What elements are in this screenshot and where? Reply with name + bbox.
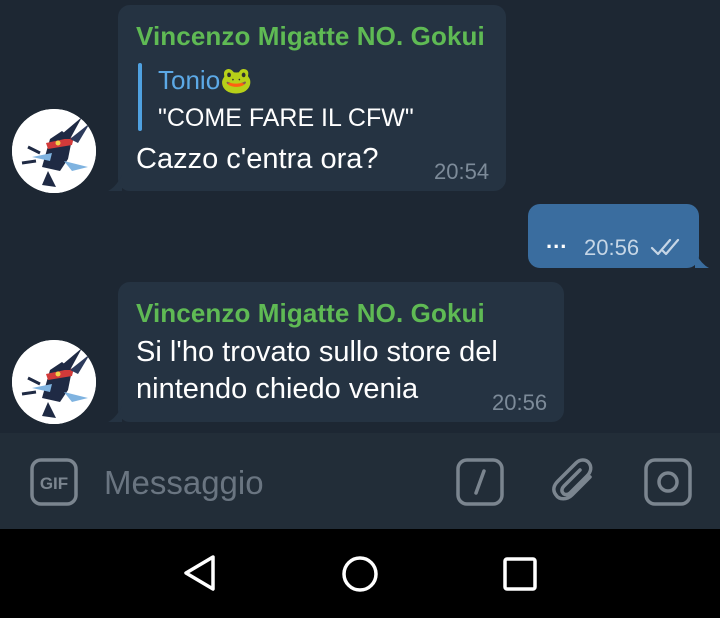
message-composer: GIF Messaggio xyxy=(0,433,720,529)
bubble-tail xyxy=(695,252,709,268)
bubble-tail xyxy=(108,406,122,422)
sender-avatar[interactable] xyxy=(12,340,96,424)
recents-square-icon[interactable] xyxy=(502,556,538,592)
sender-name[interactable]: Vincenzo Migatte NO. Gokui xyxy=(136,298,485,329)
back-triangle-icon[interactable] xyxy=(180,552,222,594)
camera-icon[interactable] xyxy=(644,458,692,506)
sender-avatar[interactable] xyxy=(12,109,96,193)
sender-name[interactable]: Vincenzo Migatte NO. Gokui xyxy=(136,21,485,52)
frog-emoji: 🐸 xyxy=(220,65,253,95)
svg-text:GIF: GIF xyxy=(40,474,68,493)
message-time: 20:56 xyxy=(584,235,640,260)
double-check-icon xyxy=(650,238,680,256)
home-circle-icon[interactable] xyxy=(340,554,380,594)
gif-icon[interactable]: GIF xyxy=(30,458,78,506)
system-navigation-bar xyxy=(0,529,720,618)
message-bubble-outgoing[interactable]: ... 20:56 xyxy=(528,204,709,268)
chat-history: Vincenzo Migatte NO. Gokui Tonio🐸 "COME … xyxy=(0,0,720,433)
paperclip-icon[interactable] xyxy=(550,457,600,507)
avatar-image xyxy=(12,109,96,193)
slash-command-icon[interactable] xyxy=(456,458,504,506)
message-bubble-incoming[interactable]: Vincenzo Migatte NO. Gokui Si l'ho trova… xyxy=(108,282,564,422)
message-time: 20:54 xyxy=(434,159,490,184)
message-text-line: nintendo chiedo venia xyxy=(136,373,419,405)
message-time: 20:56 xyxy=(492,390,548,415)
message-text-line: Si l'ho trovato sullo store del xyxy=(136,336,498,368)
avatar-image xyxy=(12,340,96,424)
reply-sender-name[interactable]: Tonio🐸 xyxy=(158,65,253,96)
reply-quoted-text[interactable]: "COME FARE IL CFW" xyxy=(158,104,414,133)
reply-sender-label: Tonio xyxy=(158,65,221,95)
bubble-tail xyxy=(108,175,122,191)
message-text: ... xyxy=(546,228,568,253)
reply-quote-bar xyxy=(138,63,142,131)
message-input[interactable]: Messaggio xyxy=(104,464,264,502)
message-bubble-incoming[interactable]: Vincenzo Migatte NO. Gokui Tonio🐸 "COME … xyxy=(108,5,506,191)
message-text: Cazzo c'entra ora? xyxy=(136,143,379,175)
